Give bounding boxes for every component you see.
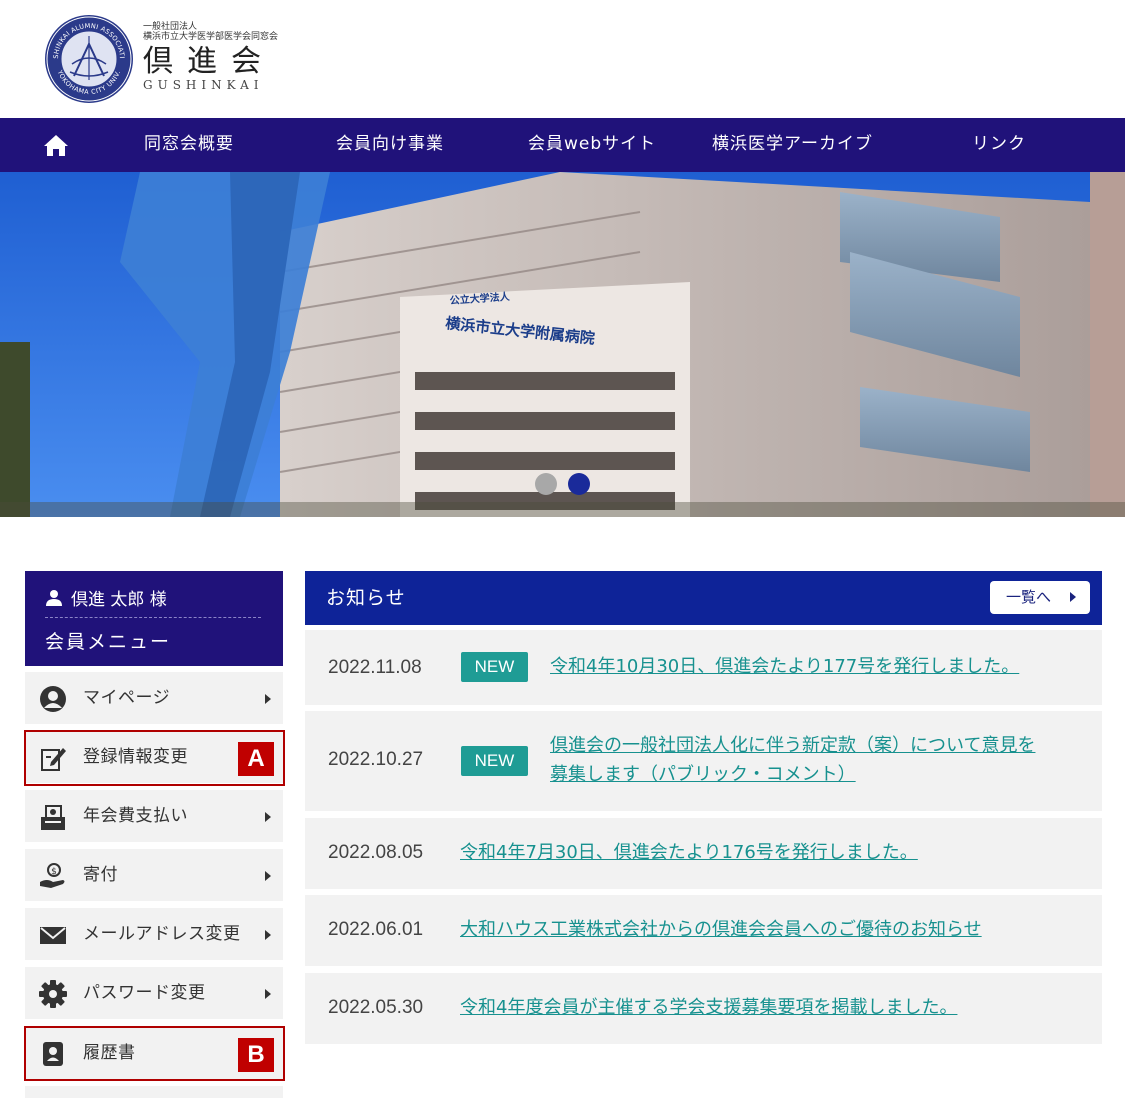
chevron-right-icon — [265, 812, 271, 822]
news-item: 2022.10.27 NEW 倶進会の一般社団法人化に伴う新定款（案）について意… — [305, 711, 1102, 811]
main-nav: 同窓会概要 会員向け事業 会員webサイト 横浜医学アーカイブ リンク — [0, 118, 1125, 172]
resume-icon — [43, 1042, 63, 1066]
user-icon — [46, 589, 62, 606]
news-link-line1[interactable]: 倶進会の一般社団法人化に伴う新定款（案）について意見を — [550, 731, 1035, 760]
news-item: 2022.11.08 NEW 令和4年10月30日、倶進会たより177号を発行し… — [305, 630, 1102, 705]
nav-item-member-services[interactable]: 会員向け事業 — [336, 118, 444, 172]
gear-icon — [39, 980, 67, 1008]
sidebar-item-label: パスワード変更 — [83, 983, 206, 1003]
sidebar-item-mypage[interactable]: マイページ — [25, 672, 283, 724]
news-link-line2[interactable]: 募集します（パブリック・コメント） — [550, 760, 856, 789]
user-circle-icon — [40, 686, 66, 712]
edit-document-icon — [41, 748, 66, 771]
mail-icon — [40, 927, 66, 944]
news-item: 2022.05.30 令和4年度会員が主催する学会支援募集要項を掲載しました。 — [305, 973, 1102, 1044]
new-badge: NEW — [461, 652, 528, 682]
sidebar-divider — [45, 617, 261, 618]
chevron-right-icon — [265, 989, 271, 999]
sidebar-item-email-change[interactable]: メールアドレス変更 — [25, 908, 283, 960]
news-date: 2022.11.08 — [328, 657, 422, 678]
sidebar-item-label: マイページ — [83, 688, 171, 708]
sidebar-item-annual-fee[interactable]: 年会費支払い — [25, 790, 283, 842]
news-list-button[interactable]: 一覧へ — [990, 581, 1090, 614]
news-date: 2022.08.05 — [328, 842, 424, 863]
logo-sub-line1: 一般社団法人 — [143, 22, 198, 32]
news-date: 2022.06.01 — [328, 919, 424, 940]
site-header: GUSHINKAI ALUMNI ASSOCIATION YOKOHAMA CI… — [0, 0, 1125, 118]
news-link[interactable]: 令和4年10月30日、倶進会たより177号を発行しました。 — [550, 652, 1019, 681]
user-greeting: 倶進 太郎 様 — [45, 585, 167, 610]
sidebar-item-password-change[interactable]: パスワード変更 — [25, 967, 283, 1019]
nav-item-links[interactable]: リンク — [972, 118, 1026, 172]
slider-dot-1[interactable] — [535, 473, 557, 495]
chevron-right-icon — [265, 694, 271, 704]
sidebar-item-label: 寄付 — [83, 865, 118, 885]
callout-label-a: A — [238, 742, 274, 776]
logo-main-title: 倶進会 — [143, 44, 275, 79]
sidebar-item-label: メールアドレス変更 — [83, 924, 241, 944]
association-seal-logo[interactable]: GUSHINKAI ALUMNI ASSOCIATION YOKOHAMA CI… — [44, 14, 134, 104]
news-link[interactable]: 令和4年度会員が主催する学会支援募集要項を掲載しました。 — [460, 993, 957, 1022]
hero-slider: 公立大学法人 横浜市立大学附属病院 — [0, 172, 1125, 517]
chevron-right-icon — [265, 871, 271, 881]
sidebar-item-label: 登録情報変更 — [83, 747, 188, 767]
new-badge: NEW — [461, 746, 528, 776]
news-list-label: 一覧へ — [1006, 588, 1052, 606]
sidebar-item-donation[interactable]: $ 寄付 — [25, 849, 283, 901]
news-item: 2022.06.01 大和ハウス工業株式会社からの倶進会会員へのご優待のお知らせ — [305, 895, 1102, 966]
chevron-right-icon — [1070, 592, 1076, 602]
chevron-right-icon — [265, 930, 271, 940]
payment-icon — [41, 805, 65, 830]
logo-sub-line2: 横浜市立大学医学部医学会同窓会 — [143, 32, 279, 42]
sidebar-item-label: 年会費支払い — [83, 806, 188, 826]
callout-label-b: B — [238, 1038, 274, 1072]
news-link[interactable]: 令和4年7月30日、倶進会たより176号を発行しました。 — [460, 838, 918, 867]
member-menu-title: 会員メニュー — [45, 631, 172, 653]
news-link[interactable]: 大和ハウス工業株式会社からの倶進会会員へのご優待のお知らせ — [460, 915, 982, 944]
nav-item-archive[interactable]: 横浜医学アーカイブ — [712, 118, 873, 172]
news-date: 2022.05.30 — [328, 997, 424, 1018]
nav-item-member-website[interactable]: 会員webサイト — [528, 118, 656, 172]
logo-text-block: 一般社団法人 横浜市立大学医学部医学会同窓会 倶進会 GUSHINKAI — [143, 22, 278, 92]
news-header: お知らせ 一覧へ — [305, 571, 1102, 625]
news-item: 2022.08.05 令和4年7月30日、倶進会たより176号を発行しました。 — [305, 818, 1102, 889]
svg-text:$: $ — [51, 867, 57, 877]
sidebar-item-more[interactable] — [25, 1086, 283, 1098]
home-icon[interactable] — [43, 133, 69, 157]
news-title: お知らせ — [326, 587, 406, 609]
slider-dot-2[interactable] — [568, 473, 590, 495]
user-name: 倶進 太郎 様 — [71, 590, 167, 610]
logo-roman-title: GUSHINKAI — [143, 78, 264, 92]
member-menu-header: 倶進 太郎 様 会員メニュー — [25, 571, 283, 666]
nav-item-about[interactable]: 同窓会概要 — [144, 118, 234, 172]
hospital-photo: 公立大学法人 横浜市立大学附属病院 — [0, 172, 1125, 517]
donation-icon: $ — [40, 863, 65, 888]
news-date: 2022.10.27 — [328, 749, 424, 770]
sidebar-item-label: 履歴書 — [83, 1043, 136, 1063]
